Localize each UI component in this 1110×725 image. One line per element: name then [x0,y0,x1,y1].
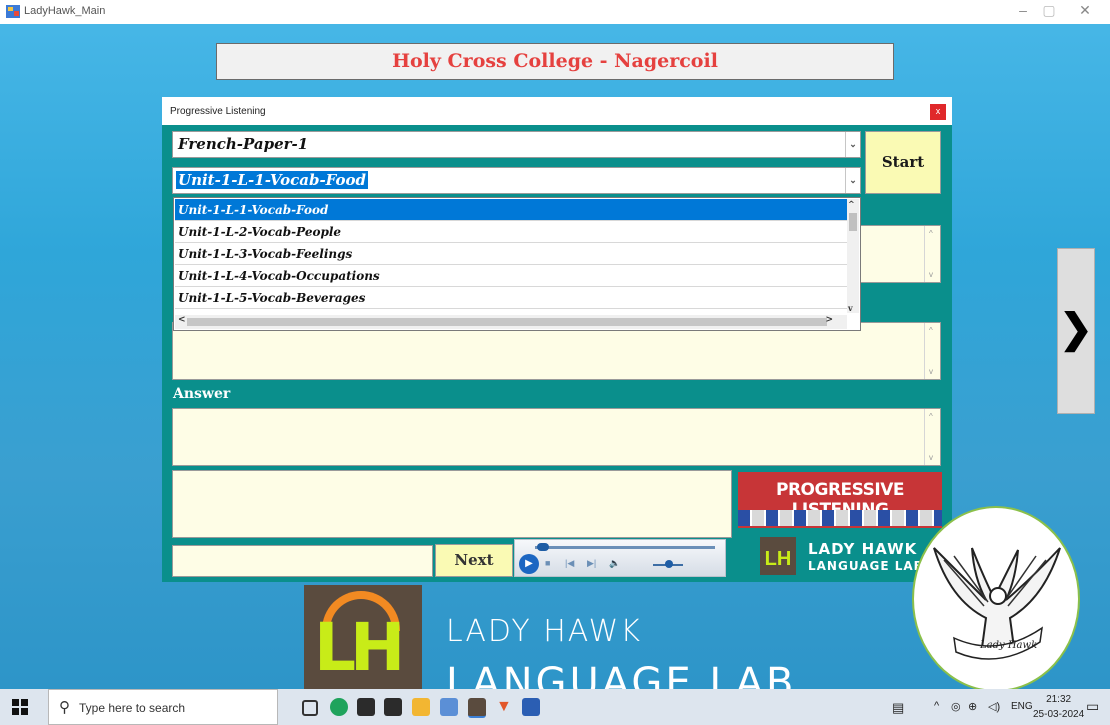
speaker-icon[interactable]: ◁) [988,700,1000,713]
list-item[interactable]: Unit-1-L-4-Vocab-Occupations [175,265,847,287]
notification-icon[interactable]: ▭ [1086,698,1099,715]
input-field[interactable] [172,545,433,577]
maximize-icon[interactable]: ▢ [1036,2,1062,19]
search-icon: ⚲ [59,699,70,716]
bunting-decoration [738,510,942,526]
task-view-icon[interactable] [302,700,318,716]
scroll-up-icon[interactable]: ^ [848,199,855,209]
next-screen-button[interactable]: ❯ [1057,248,1095,414]
next-track-icon[interactable]: ▶| [587,558,596,569]
list-item[interactable]: Unit-1-L-1-Vocab-Food [175,199,847,221]
taskbar: ⚲ Type here to search ▼ ▤ ^ ◎ ⊕ ◁) ENG 2… [0,689,1110,725]
dropdown-horizontal-scrollbar[interactable]: < > [175,315,847,329]
lh-logo-letters: LH [314,609,405,686]
list-item[interactable]: Unit-1-L-2-Vocab-People [175,221,847,243]
chevron-down-icon[interactable]: ⌄ [845,168,860,193]
clock[interactable]: 21:32 25-03-2024 [1033,692,1084,722]
dialog-close-button[interactable]: x [930,104,946,120]
scrollbar[interactable]: ^ v [924,323,940,379]
scroll-thumb[interactable] [187,318,827,326]
language-indicator[interactable]: ENG [1011,701,1033,712]
progressive-listening-logo: PROGRESSIVE LISTENING [738,472,942,528]
logo-line2: LANGUAGE LAB [808,559,924,573]
clock-date: 25-03-2024 [1033,709,1085,720]
lady-hawk-small-logo: LH LADY HAWK LANGUAGE LAB [738,532,942,580]
window-titlebar: LadyHawk_Main – ▢ ✕ [0,0,1110,24]
clock-time: 21:32 [1046,694,1072,705]
minimize-icon[interactable]: – [1010,2,1036,18]
start-button[interactable]: Start [865,131,941,194]
scrollbar[interactable]: ^ v [924,409,940,465]
windows-start-icon[interactable] [12,699,28,715]
answer-textarea[interactable]: ^ v [172,408,941,466]
app-icon [6,5,20,18]
word-icon[interactable] [522,698,540,716]
lady-hawk-logo: LH [304,585,422,690]
dropdown-vertical-scrollbar[interactable]: ^ v [847,199,859,313]
media-player[interactable]: ▶ ■ |◀ ▶| 🔈 [514,539,726,577]
lh-logo-icon: LH [760,537,796,575]
list-item[interactable]: Unit-1-L-5-Vocab-Beverages [175,287,847,309]
volume-icon[interactable]: 🔈 [609,558,620,569]
window-title: LadyHawk_Main [24,5,106,17]
paper-select-value: French-Paper-1 [178,135,309,153]
notepad-icon[interactable] [440,698,458,716]
brand-line1: LADY HAWK [446,614,643,649]
filezilla-icon[interactable]: ▼ [496,698,514,716]
scroll-right-icon[interactable]: > [825,315,833,325]
next-button[interactable]: Next [435,544,513,577]
paper-select[interactable]: French-Paper-1 ⌄ [172,131,861,158]
hawk-emblem: Lady Hawk [912,506,1080,692]
file-explorer-icon[interactable] [412,698,430,716]
news-icon[interactable]: ▤ [892,700,904,716]
lady-hawk-app-icon[interactable] [468,698,486,718]
list-item[interactable]: Unit-1-L-3-Vocab-Feelings [175,243,847,265]
chevron-down-icon[interactable]: ⌄ [845,132,860,157]
hawk-caption: Lady Hawk [979,640,1037,651]
network-icon[interactable]: ◎ [951,700,961,713]
taskbar-search[interactable]: ⚲ Type here to search [48,689,278,725]
college-name-banner: Holy Cross College - Nagercoil [216,43,894,80]
scroll-thumb[interactable] [849,213,857,231]
lesson-select-value: Unit-1-L-1-Vocab-Food [176,171,369,189]
scrollbar[interactable]: ^ v [924,226,940,282]
seek-handle[interactable] [537,543,549,551]
lesson-select[interactable]: Unit-1-L-1-Vocab-Food ⌄ [172,167,861,194]
feedback-textarea[interactable] [172,470,732,538]
scroll-down-icon[interactable]: v [848,303,853,313]
close-window-icon[interactable]: ✕ [1072,2,1098,19]
volume-handle[interactable] [665,560,673,568]
answer-label: Answer [173,386,231,402]
previous-icon[interactable]: |◀ [565,558,574,569]
scroll-left-icon[interactable]: < [178,315,186,325]
edge-browser-icon[interactable] [330,698,348,716]
progressive-listening-dialog: Progressive Listening x French-Paper-1 ⌄… [162,97,952,582]
dialog-titlebar: Progressive Listening x [162,97,952,125]
stop-icon[interactable]: ■ [545,558,550,568]
hawk-icon: Lady Hawk [933,547,1061,660]
globe-icon[interactable]: ⊕ [968,700,977,713]
mail-icon[interactable] [384,698,402,716]
logo-line1: LADY HAWK [808,540,918,558]
search-placeholder: Type here to search [79,701,186,715]
dialog-title: Progressive Listening [170,106,266,117]
lesson-dropdown-list[interactable]: Unit-1-L-1-Vocab-Food Unit-1-L-2-Vocab-P… [173,197,861,331]
seek-bar[interactable] [535,546,715,549]
chevron-right-icon: ❯ [1059,307,1093,351]
play-icon[interactable]: ▶ [519,554,539,574]
chevron-up-icon[interactable]: ^ [934,700,939,712]
store-icon[interactable] [357,698,375,716]
